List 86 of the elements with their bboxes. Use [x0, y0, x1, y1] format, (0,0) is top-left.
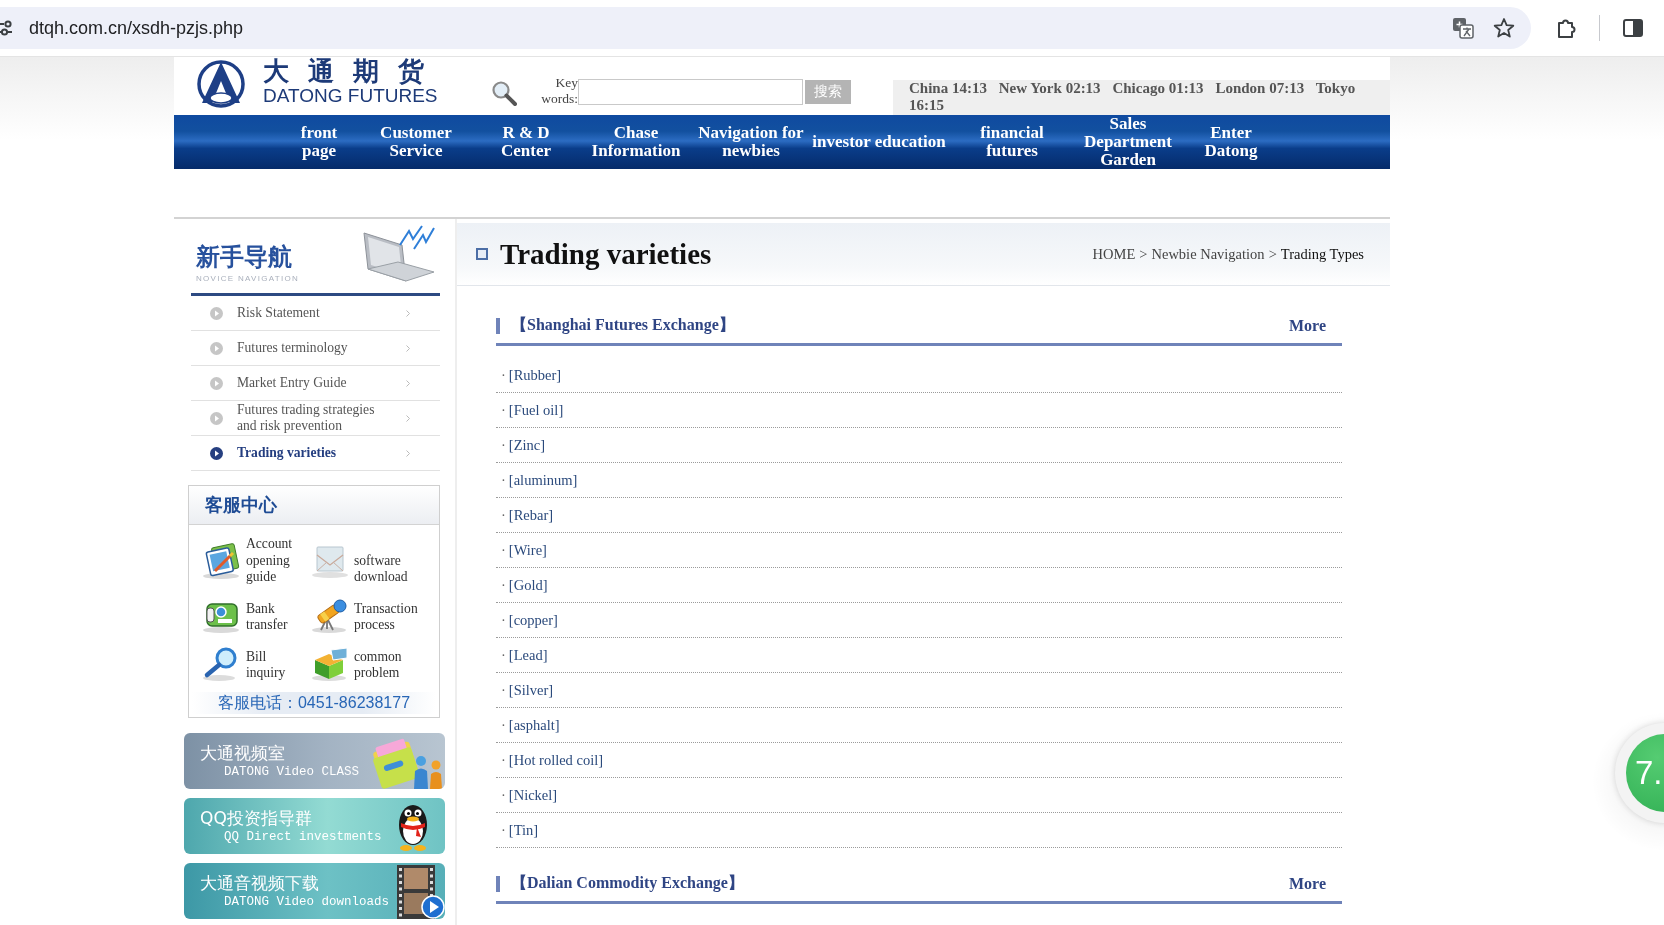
service-link[interactable]: Bill inquiry — [201, 645, 309, 682]
list-bullet: · — [501, 401, 506, 419]
list-bullet: · — [501, 506, 506, 524]
search-field[interactable] — [578, 79, 803, 105]
commodity-link[interactable]: [Hot rolled coil] — [508, 751, 604, 769]
commodity-link[interactable]: [asphalt] — [508, 716, 560, 734]
commodity-link[interactable]: [Wire] — [508, 541, 547, 559]
list-bullet: · — [501, 786, 506, 804]
site-info-icon[interactable] — [0, 18, 12, 38]
translate-icon[interactable] — [1452, 17, 1474, 39]
search-icon — [491, 80, 517, 106]
nav-link[interactable]: Enter Datong — [1186, 124, 1276, 160]
service-link[interactable]: Account opening guide — [201, 536, 309, 586]
arrow-circle-icon — [210, 306, 223, 320]
chevron-icon — [406, 414, 410, 422]
list-bullet: · — [501, 436, 506, 454]
logo-english-text: DATONG FUTURES — [263, 85, 438, 107]
sidebar-item[interactable]: Market Entry Guide — [191, 366, 440, 401]
address-bar[interactable]: dtqh.com.cn/xsdh-pzjs.php — [0, 7, 1531, 49]
nav-link[interactable]: investor education — [812, 133, 946, 151]
chevron-icon — [406, 309, 410, 317]
service-link[interactable]: common problem — [309, 645, 435, 682]
sidebar-item[interactable]: Trading varieties — [191, 436, 440, 471]
commodity-link[interactable]: [Nickel] — [508, 786, 558, 804]
sidebar-title: 新手导航 — [196, 244, 292, 270]
list-bullet: · — [501, 576, 506, 594]
section-marker-icon — [496, 317, 500, 334]
sidebar-item[interactable]: Futures terminology — [191, 331, 440, 366]
list-bullet: · — [501, 716, 506, 734]
breadcrumb-separator: > — [1268, 245, 1277, 263]
commodity-link[interactable]: [aluminum] — [508, 471, 578, 489]
chevron-icon — [406, 449, 410, 457]
search-label: Key words: — [540, 75, 578, 107]
chevron-icon — [406, 379, 410, 387]
commodity-link[interactable]: [Rubber] — [508, 366, 562, 384]
commodity-link[interactable]: [Tin] — [508, 821, 539, 839]
puzzle-icon[interactable] — [1556, 17, 1578, 39]
nav-link[interactable]: front page — [289, 124, 349, 160]
arrow-circle-icon — [210, 341, 223, 355]
nav-link[interactable]: Sales Department Garden — [1078, 115, 1178, 169]
sidebar-item[interactable]: Futures trading strategies and risk prevention — [191, 401, 440, 436]
film-strip-icon — [395, 862, 445, 919]
list-bullet: · — [501, 541, 506, 559]
sidebar-subtitle: NOVICE NAVIGATION — [196, 274, 300, 284]
nav-link[interactable]: R & D Center — [486, 124, 566, 160]
commodity-link[interactable]: [Gold] — [508, 576, 548, 594]
breadcrumb-link[interactable]: Newbie Navigation — [1151, 245, 1265, 263]
breadcrumb-link[interactable]: HOME — [1092, 245, 1136, 263]
arrow-circle-icon — [210, 446, 223, 460]
section-marker-icon — [496, 875, 500, 892]
chevron-icon — [406, 344, 410, 352]
service-link[interactable]: Transaction process — [309, 597, 435, 634]
more-link[interactable]: More — [1289, 316, 1326, 335]
list-bullet: · — [501, 751, 506, 769]
commodity-link[interactable]: [Silver] — [508, 681, 554, 699]
list-bullet: · — [501, 611, 506, 629]
service-link[interactable]: Bank transfer — [201, 597, 309, 634]
logo-chinese-text: 大 通 期 货 — [263, 57, 430, 85]
breadcrumb-separator: > — [1139, 245, 1148, 263]
more-link[interactable]: More — [1289, 874, 1326, 893]
arrow-circle-icon — [210, 411, 223, 425]
arrow-circle-icon — [210, 376, 223, 390]
nav-link[interactable]: Chase Information — [586, 124, 686, 160]
list-bullet: · — [501, 821, 506, 839]
list-bullet: · — [501, 646, 506, 664]
section-title: 【Dalian Commodity Exchange】 — [511, 873, 744, 894]
breadcrumb-current: Trading Types — [1280, 245, 1364, 263]
nav-link[interactable]: Customer Service — [366, 124, 466, 160]
square-bullet-icon — [476, 248, 488, 260]
commodity-link[interactable]: [Rebar] — [508, 506, 554, 524]
star-icon[interactable] — [1493, 17, 1515, 39]
sidebar-icon[interactable] — [1622, 17, 1644, 39]
list-bullet: · — [501, 471, 506, 489]
list-bullet: · — [501, 366, 506, 384]
commodity-link[interactable]: [Zinc] — [508, 436, 546, 454]
world-clocks: China 14:13 New York 02:13 Chicago 01:13 London 07:13 Tokyo 16:15 — [893, 80, 1390, 115]
nav-link[interactable]: financial futures — [957, 124, 1067, 160]
sidebar-item[interactable]: Risk Statement — [191, 296, 440, 331]
page-title: Trading varieties — [500, 237, 712, 271]
list-bullet: · — [501, 681, 506, 699]
commodity-link[interactable]: [Lead] — [508, 646, 548, 664]
nav-link[interactable]: Navigation for newbies — [693, 124, 809, 160]
section-title: 【Shanghai Futures Exchange】 — [511, 315, 735, 336]
commodity-link[interactable]: [Fuel oil] — [508, 401, 564, 419]
commodity-link[interactable]: [copper] — [508, 611, 558, 629]
service-link[interactable]: software download — [309, 536, 435, 586]
